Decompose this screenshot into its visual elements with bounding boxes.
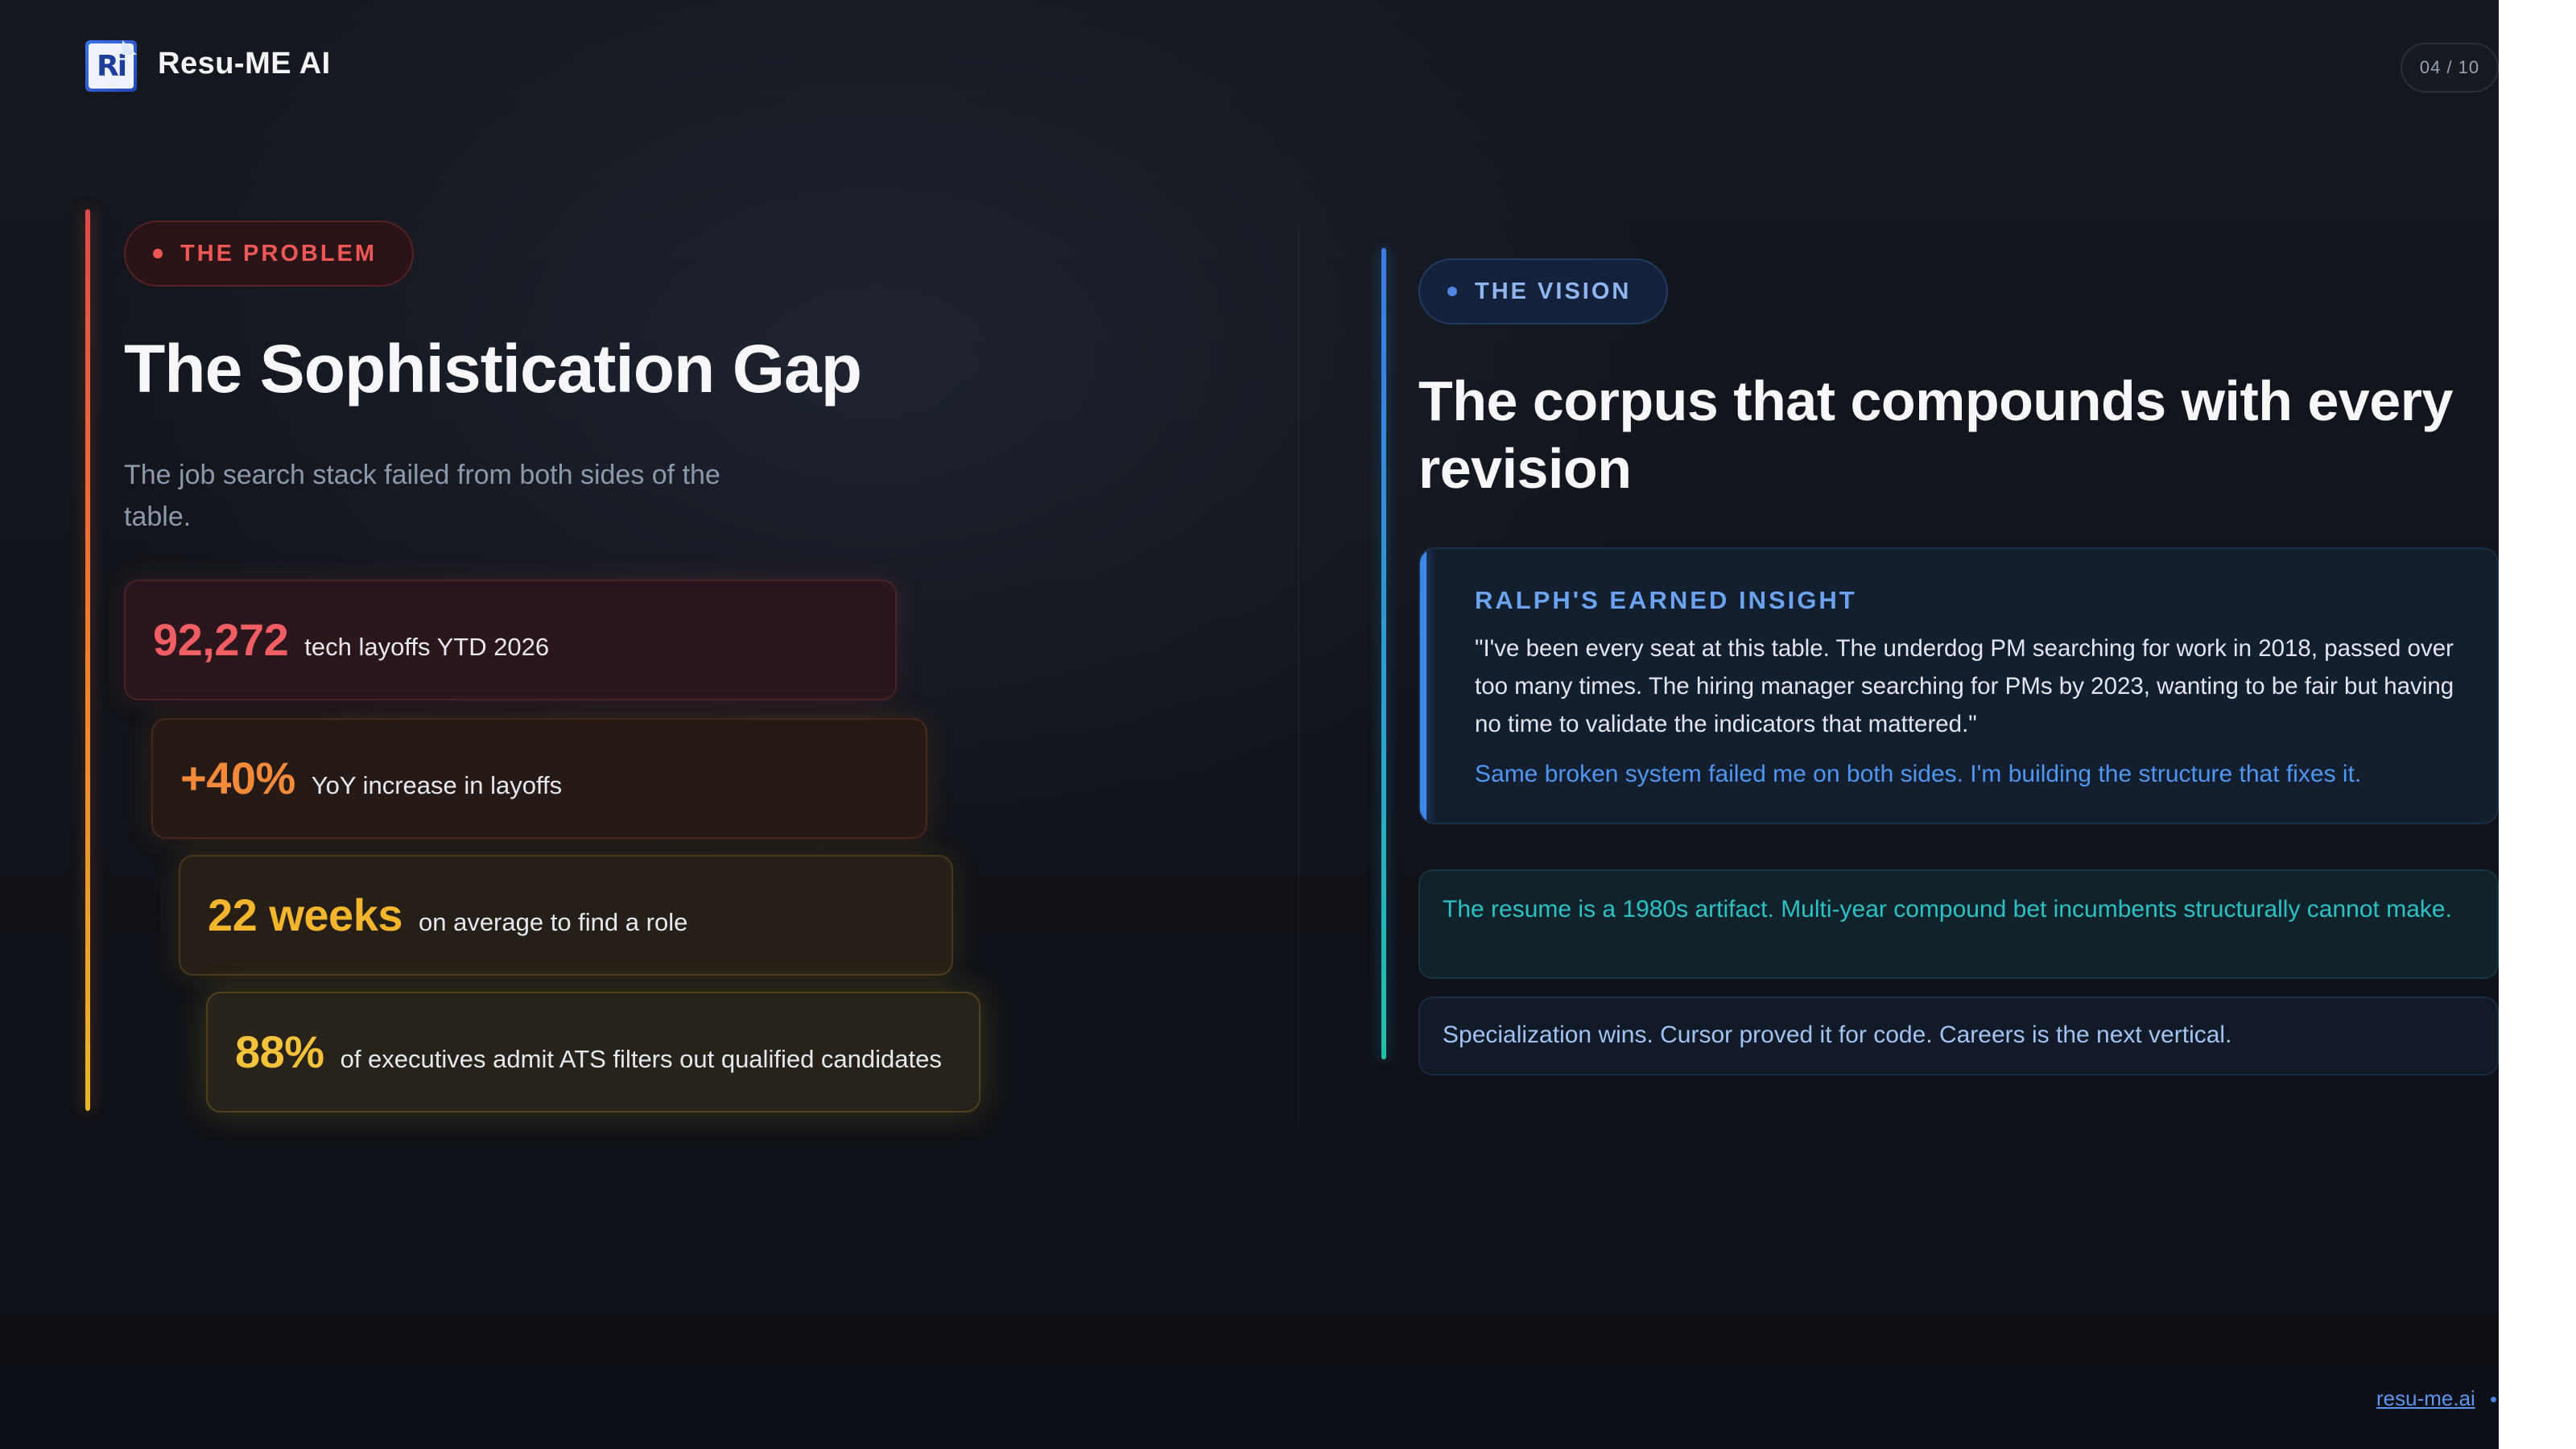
stat-label: YoY increase in layoffs (311, 771, 563, 799)
stat-value: +40% (180, 753, 295, 803)
insight-quote: "I've been every seat at this table. The… (1475, 635, 2454, 737)
stat-card-layoffs: 92,272 tech layoffs YTD 2026 (124, 580, 897, 700)
page-indicator: 04 / 10 (2401, 43, 2499, 93)
problem-tag-label: THE PROBLEM (180, 240, 378, 266)
problem-title: The Sophistication Gap (124, 331, 862, 407)
vision-tag: THE VISION (1418, 258, 1669, 324)
logo-fold (122, 40, 137, 55)
vision-note-resume-artifact: The resume is a 1980s artifact. Multi-ye… (1418, 869, 2499, 979)
vision-title: The corpus that compounds with every rev… (1418, 369, 2453, 500)
stat-card-yoy-increase: +40% YoY increase in layoffs (151, 718, 927, 839)
footer-dot-icon (2491, 1397, 2496, 1402)
brand-logo-icon[interactable]: Ri (85, 40, 137, 92)
slide: Ri Resu-ME AI 04 / 10 THE PROBLEM The So… (0, 0, 2499, 1449)
problem-accent-bar (85, 209, 90, 1111)
stat-label: of executives admit ATS filters out qual… (340, 1045, 942, 1073)
problem-tag: THE PROBLEM (124, 221, 415, 287)
problem-tag-dot-icon (153, 249, 163, 258)
stat-value: 92,272 (153, 614, 289, 665)
insight-card: RALPH'S EARNED INSIGHT "I've been every … (1418, 547, 2499, 824)
brand-name: Resu-ME AI (158, 47, 331, 80)
vision-tag-dot-icon (1447, 287, 1457, 296)
vision-note-specialization: Specialization wins. Cursor proved it fo… (1418, 997, 2499, 1075)
problem-subtitle: The job search stack failed from both si… (124, 460, 720, 532)
footer-link[interactable]: resu-me.ai (2376, 1386, 2475, 1411)
insight-label: RALPH'S EARNED INSIGHT (1475, 586, 1857, 614)
vision-accent-bar (1381, 248, 1386, 1059)
stat-card-weeks-to-role: 22 weeks on average to find a role (179, 855, 953, 976)
stat-card-ats-filters: 88% of executives admit ATS filters out … (206, 992, 980, 1113)
stat-label: on average to find a role (418, 908, 688, 936)
stat-value: 22 weeks (208, 890, 402, 940)
insight-accent-bar (1420, 549, 1426, 823)
column-divider (1298, 225, 1299, 1127)
vision-tag-label: THE VISION (1475, 278, 1632, 304)
stat-value: 88% (235, 1026, 324, 1077)
stat-label: tech layoffs YTD 2026 (304, 633, 550, 661)
insight-closing: Same broken system failed me on both sid… (1475, 761, 2362, 787)
